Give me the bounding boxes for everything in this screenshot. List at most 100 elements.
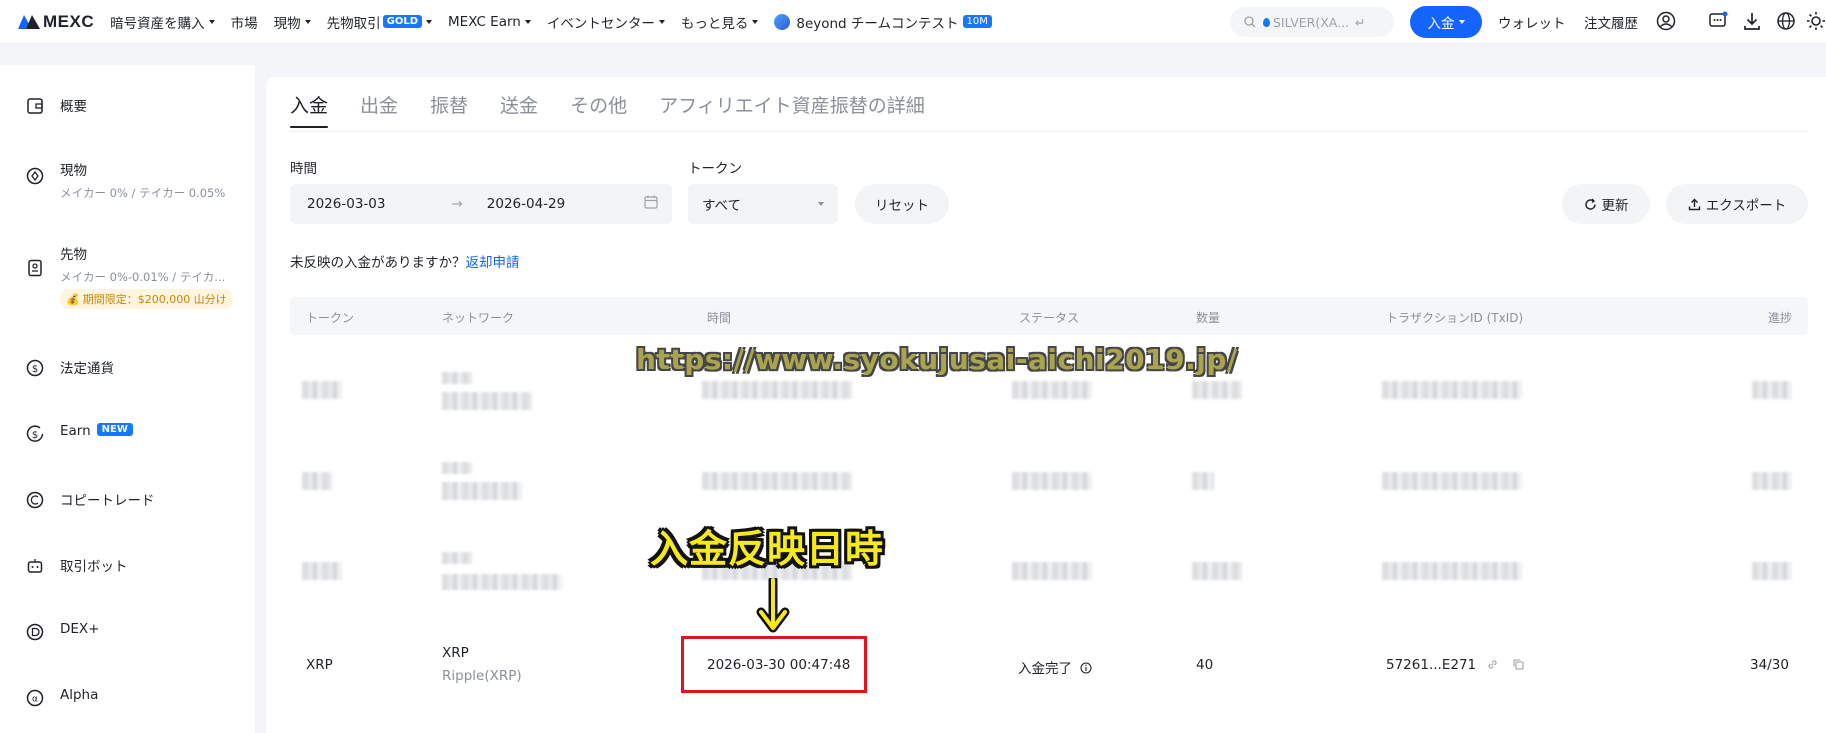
tab-send[interactable]: 送金 xyxy=(500,91,538,128)
nav-markets[interactable]: 市場 xyxy=(231,12,258,32)
tab-transfer[interactable]: 振替 xyxy=(430,91,468,128)
nav-earn[interactable]: MEXC Earn xyxy=(448,14,531,30)
annotation-label: 入金反映日時 xyxy=(650,527,885,571)
watermark-url: https://www.syokujusai-aichi2019.jp/ xyxy=(636,343,1238,376)
table-row-blurred-cell xyxy=(1012,562,1092,580)
robot-icon xyxy=(24,555,46,577)
sidebar-item-bot[interactable]: 取引ボット xyxy=(24,555,128,577)
search-input[interactable]: SILVER(XA... ↵ xyxy=(1230,7,1394,37)
table-row-blurred-cell xyxy=(302,381,342,399)
chevron-down-icon xyxy=(524,19,531,24)
row-txid: 57261...E271 xyxy=(1386,657,1525,673)
brand-name: MEXC xyxy=(43,11,95,31)
col-network: ネットワーク xyxy=(442,311,515,325)
copy-icon[interactable] xyxy=(1512,658,1525,671)
info-icon[interactable] xyxy=(1080,662,1092,674)
sidebar-item-dex[interactable]: DEX+ xyxy=(24,621,100,643)
row-network-sub: Ripple(XRP) xyxy=(442,668,522,684)
drop-icon xyxy=(1263,17,1270,27)
refresh-button[interactable]: 更新 xyxy=(1562,184,1650,224)
gold-badge: GOLD xyxy=(382,15,423,28)
new-badge: NEW xyxy=(96,423,133,436)
row-status: 入金完了 xyxy=(1018,657,1092,677)
table-row-blurred-cell xyxy=(1012,472,1092,490)
start-date[interactable]: 2026-03-03 xyxy=(307,196,385,212)
table-row-blurred-cell xyxy=(1382,472,1522,490)
token-select[interactable]: すべて xyxy=(688,184,838,224)
col-status: ステータス xyxy=(1019,311,1080,325)
svg-text:$: $ xyxy=(32,430,38,441)
col-amount: 数量 xyxy=(1196,311,1221,325)
dex-icon xyxy=(24,621,46,643)
chevron-down-icon xyxy=(426,19,433,24)
col-progress: 進捗 xyxy=(1767,311,1792,325)
svg-text:$: $ xyxy=(32,364,38,375)
globe-icon[interactable] xyxy=(1776,11,1796,31)
download-icon[interactable] xyxy=(1742,11,1762,31)
chevron-down-icon xyxy=(1458,20,1465,24)
sidebar-item-alpha[interactable]: α Alpha xyxy=(24,687,98,709)
date-range-picker[interactable]: 2026-03-03 → 2026-04-29 xyxy=(290,184,672,224)
table-row-blurred-cell xyxy=(302,562,342,580)
table-row-blurred-cell xyxy=(1752,562,1792,580)
sidebar-item-overview[interactable]: 概要 xyxy=(24,95,87,117)
chevron-down-icon xyxy=(658,19,665,24)
end-date[interactable]: 2026-04-29 xyxy=(487,196,565,212)
nav-contest[interactable]: 8eyond チームコンテスト 10M xyxy=(774,12,992,32)
export-button[interactable]: エクスポート xyxy=(1666,184,1808,224)
table-row-blurred-cell xyxy=(442,462,472,474)
sidebar-item-earn[interactable]: $ Earn NEW xyxy=(24,423,133,445)
copy-trade-icon xyxy=(24,489,46,511)
orders-link[interactable]: 注文履歴 xyxy=(1584,12,1638,32)
sidebar-item-copytrade[interactable]: コピートレード xyxy=(24,489,155,511)
sidebar-item-fiat[interactable]: $ 法定通貨 xyxy=(24,357,114,379)
mexc-logo[interactable]: MEXC xyxy=(18,12,94,32)
search-icon xyxy=(1244,16,1256,28)
table-row-blurred-cell xyxy=(702,472,852,490)
table-row-blurred-cell xyxy=(442,574,562,590)
chevron-down-icon xyxy=(752,19,759,24)
table-row-blurred-cell xyxy=(1192,381,1242,399)
sidebar: 概要 現物 メイカー 0% / テイカー 0.05% 先物 メイカー 0%-0.… xyxy=(0,65,255,733)
highlight-box xyxy=(681,636,867,693)
tab-divider xyxy=(290,131,1808,132)
refund-request-link[interactable]: 返却申請 xyxy=(466,255,520,271)
theme-toggle-icon[interactable] xyxy=(1806,11,1826,31)
nav-buy-crypto[interactable]: 暗号資産を購入 xyxy=(110,12,215,32)
table-row-blurred-cell xyxy=(1012,381,1092,399)
nav-spot[interactable]: 現物 xyxy=(274,12,311,32)
table-row-blurred-cell xyxy=(442,372,472,384)
calendar-icon[interactable] xyxy=(644,195,658,213)
sidebar-item-futures[interactable]: 先物 メイカー 0%-0.01% / テイカ... 💰 期間限定：$200,000… xyxy=(24,243,233,309)
money-bag-icon: 💰 xyxy=(66,292,80,306)
promo-badge[interactable]: 💰 期間限定：$200,000 山分け xyxy=(60,289,233,309)
svg-text:α: α xyxy=(32,695,38,705)
unreflected-notice: 未反映の入金がありますか？返却申請 xyxy=(290,255,520,271)
mexc-logo-icon xyxy=(18,14,40,29)
tab-deposit[interactable]: 入金 xyxy=(290,91,329,128)
sidebar-item-spot[interactable]: 現物 メイカー 0% / テイカー 0.05% xyxy=(24,159,225,201)
futures-icon xyxy=(24,257,46,279)
nav-more[interactable]: もっと見る xyxy=(681,12,759,32)
tab-withdraw[interactable]: 出金 xyxy=(360,91,398,128)
table-row-blurred-cell xyxy=(1752,381,1792,399)
arrow-down-icon xyxy=(756,578,790,633)
user-icon[interactable] xyxy=(1656,11,1676,31)
deposit-button[interactable]: 入金 xyxy=(1410,6,1482,38)
link-icon[interactable] xyxy=(1486,658,1499,671)
row-network: XRP xyxy=(442,645,469,661)
wallet-link[interactable]: ウォレット xyxy=(1498,12,1566,32)
prize-badge: 10M xyxy=(962,15,992,28)
nav-events[interactable]: イベントセンター xyxy=(547,12,665,32)
chevron-down-icon xyxy=(304,19,311,24)
table-row-blurred-cell xyxy=(442,482,522,500)
message-icon[interactable] xyxy=(1708,11,1728,31)
tab-affiliate-transfer[interactable]: アフィリエイト資産振替の詳細 xyxy=(659,91,925,128)
dollar-icon: $ xyxy=(24,357,46,379)
refresh-icon xyxy=(1584,198,1596,210)
chevron-down-icon xyxy=(818,202,824,206)
tab-other[interactable]: その他 xyxy=(570,91,627,128)
table-row-blurred-cell xyxy=(302,472,332,490)
nav-futures[interactable]: 先物取引 GOLD xyxy=(327,12,433,32)
reset-button[interactable]: リセット xyxy=(855,184,949,224)
